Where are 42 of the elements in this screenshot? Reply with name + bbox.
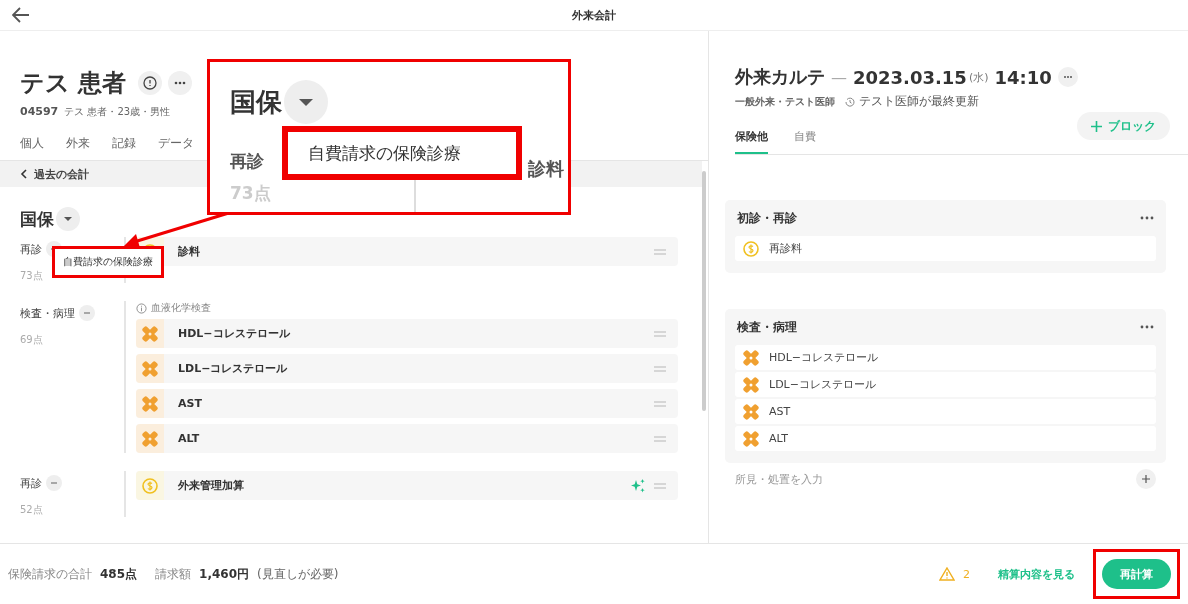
patient-info: テス 患者・23歳・男性 — [64, 105, 171, 119]
item-label: 外来管理加算 — [177, 478, 245, 493]
last-updated: テスト医師が最終更新 — [859, 93, 979, 110]
chart-date: 2023.03.15 — [853, 66, 967, 88]
warning-count: 2 — [963, 567, 970, 581]
group-points: 52点 — [20, 503, 43, 517]
item-label: 診料 — [177, 244, 201, 259]
patient-name: テス 患者 — [20, 68, 127, 99]
group-label: 再診 — [20, 241, 42, 257]
title-separator: — — [831, 67, 847, 87]
page-title: 外来会計 — [572, 7, 616, 23]
item-label: HDL−コレステロール — [769, 350, 879, 365]
item-label: ALT — [769, 432, 788, 445]
total-points: 485点 — [100, 565, 138, 583]
chart-time: 14:10 — [994, 66, 1052, 88]
item-label: LDL−コレステロール — [769, 377, 876, 392]
item-label: LDL−コレステロール — [177, 361, 289, 376]
item-label: ALT — [177, 432, 201, 445]
chart-weekday: (水) — [968, 69, 989, 85]
block-title: 初診・再診 — [737, 209, 797, 227]
billing-amount: 1,460円 — [199, 565, 250, 583]
patient-id: 04597 — [20, 105, 59, 118]
insurance-type: 国保 — [20, 207, 54, 231]
insurance-type: 国保 — [230, 85, 282, 119]
group-label: 再診 — [20, 475, 42, 491]
block-title: 検査・病理 — [737, 318, 797, 336]
total-label: 保険請求の合計 — [8, 565, 92, 583]
item-label: 診料 — [528, 157, 564, 181]
group-points: 69点 — [20, 333, 43, 347]
billing-note: (見直しが必要) — [257, 565, 339, 583]
item-label: 再診料 — [769, 241, 802, 256]
item-label: AST — [177, 397, 203, 410]
item-label: HDL−コレステロール — [177, 326, 291, 341]
group-points: 73点 — [20, 269, 43, 283]
group-label: 検査・病理 — [20, 305, 75, 321]
chart-title: 外来カルテ — [735, 65, 825, 89]
note-text: 血液化学検査 — [151, 301, 211, 315]
dropdown-option: 自費請求の保険診療 — [308, 141, 461, 165]
billing-label: 請求額 — [155, 565, 192, 583]
item-label: AST — [769, 405, 791, 418]
group-label: 再診 — [230, 150, 264, 173]
department-info: 一般外来・テスト医師 — [735, 94, 835, 109]
